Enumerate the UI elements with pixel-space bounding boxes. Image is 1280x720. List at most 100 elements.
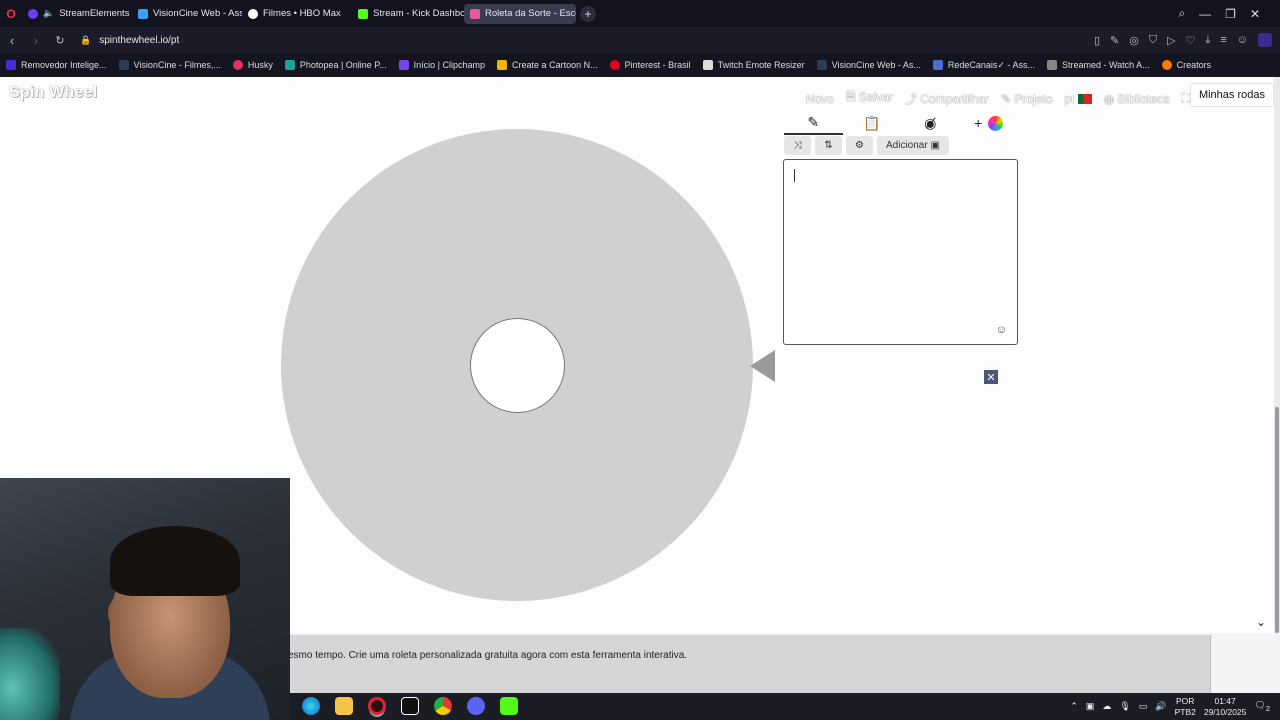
forward-icon[interactable]: › — [24, 33, 48, 48]
network-icon[interactable]: ▭ — [1139, 701, 1148, 712]
opera-menu-icon[interactable]: O — [0, 7, 22, 21]
bookmark-item[interactable]: VisionCine - Filmes,... — [118, 60, 221, 70]
download-icon[interactable]: ⤓ — [1205, 34, 1210, 47]
library-button[interactable]: ◍ Biblioteca — [1104, 92, 1170, 106]
image-icon: ▣ — [930, 140, 940, 151]
search-tabs-icon[interactable]: ⌕ — [1178, 6, 1185, 21]
wheel-center-hub[interactable] — [470, 318, 565, 413]
tab-label: Filmes • HBO Max — [263, 8, 341, 19]
entries-textarea[interactable]: ☺ — [783, 159, 1018, 345]
chrome-icon[interactable] — [434, 697, 452, 715]
bookmark-item[interactable]: Photopea | Online P... — [284, 60, 387, 70]
close-icon[interactable]: ✕ — [984, 370, 998, 384]
bookmark-item[interactable]: Início | Clipchamp — [398, 60, 486, 70]
reload-icon[interactable]: ↻ — [48, 34, 72, 47]
language-selector[interactable]: pt — [1064, 92, 1092, 106]
novo-button[interactable]: Novo — [806, 92, 834, 106]
tab-clipboard[interactable]: 📋 — [843, 111, 902, 135]
text-caret — [794, 169, 795, 182]
opera-gx-icon[interactable] — [368, 697, 386, 715]
shield-icon[interactable]: ⛉ — [1149, 34, 1157, 47]
tab-visioncine[interactable]: VisionCine Web - Assistir — [132, 4, 242, 24]
fullscreen-icon[interactable]: ⛶ — [1182, 91, 1190, 106]
pencil-icon: ✎ — [1000, 91, 1011, 106]
reader-icon[interactable]: ▯ — [1094, 34, 1100, 47]
my-wheels-button[interactable]: Minhas rodas — [1189, 83, 1274, 107]
extension-icon[interactable] — [1258, 33, 1272, 47]
bookmark-item[interactable]: Twitch Emote Resizer — [702, 60, 805, 70]
clock-time: 01:47 — [1214, 695, 1236, 706]
person-hair — [110, 526, 240, 596]
camera-icon[interactable]: ◎ — [1129, 34, 1139, 47]
clipboard-icon: 📋 — [863, 114, 881, 131]
notification-icon[interactable]: 🗨2 — [1254, 700, 1270, 713]
tab-label: StreamElements - Son — [59, 8, 132, 19]
project-button[interactable]: ✎ Projeto — [1001, 92, 1052, 106]
tab-edit[interactable]: ✎ — [784, 111, 843, 135]
emoji-icon[interactable]: ☺ — [996, 324, 1007, 336]
tray-app-icon[interactable]: ▣ — [1086, 701, 1095, 712]
bookmark-item[interactable]: RedeCanais✓ - Ass... — [932, 60, 1035, 71]
save-icon: 🗎 — [845, 90, 856, 104]
tab-add-color[interactable]: + — [960, 111, 1019, 135]
tab-roleta[interactable]: Roleta da Sorte - Escolha — [464, 3, 576, 24]
discord-icon[interactable] — [467, 697, 485, 715]
site-logo[interactable]: Spin Wheel — [9, 84, 97, 102]
capcut-icon[interactable] — [401, 697, 419, 715]
bookmark-item[interactable]: Husky — [232, 60, 273, 70]
background-light — [0, 628, 60, 720]
chevron-down-icon[interactable]: ⌄ — [1256, 615, 1266, 629]
scrollbar-thumb[interactable] — [1275, 407, 1279, 633]
speaker-icon[interactable]: 🔈 — [43, 8, 54, 19]
bookmark-item[interactable]: Create a Cartoon N... — [497, 60, 598, 70]
close-window-icon[interactable]: ✕ — [1250, 7, 1260, 21]
new-tab-button[interactable]: + — [580, 5, 596, 22]
clock[interactable]: 01:47 29/10/2025 — [1204, 696, 1247, 718]
url-text: spinthewheel.io/pt — [99, 34, 180, 46]
bookmark-favicon — [702, 60, 713, 70]
restore-icon[interactable]: ❐ — [1225, 7, 1236, 21]
save-label: Salvar — [858, 90, 893, 104]
save-button[interactable]: 🗎 Salvar — [846, 88, 893, 109]
heart-icon[interactable]: ♡ — [1186, 34, 1196, 47]
microphone-icon[interactable]: 🎙 — [1119, 701, 1130, 712]
page-scrollbar[interactable] — [1274, 77, 1280, 633]
cloud-icon[interactable]: ☁ — [1102, 701, 1111, 712]
edge-icon[interactable] — [302, 697, 320, 715]
add-image-button[interactable]: Adicionar ▣ — [877, 136, 949, 155]
tab-label: VisionCine Web - Assistir — [153, 8, 242, 19]
tab-hidden[interactable]: ◉̸ — [901, 111, 960, 135]
volume-icon[interactable]: 🔊 — [1155, 701, 1166, 712]
settings-button[interactable]: ⚙ — [846, 136, 873, 155]
share-button[interactable]: ⤴ Compartilhar — [905, 90, 989, 107]
bookmark-item[interactable]: Creators — [1161, 60, 1211, 70]
bookmark-item[interactable]: VisionCine Web - As... — [816, 60, 921, 70]
portugal-flag-icon — [1077, 94, 1092, 105]
chevron-up-icon[interactable]: ⌃ — [1070, 701, 1078, 712]
bookmark-favicon — [816, 60, 827, 70]
bookmark-item[interactable]: Streamed - Watch A... — [1046, 60, 1150, 70]
entries-panel-tabs: ✎ 📋 ◉̸ + — [784, 111, 1018, 135]
bookmark-favicon — [118, 60, 129, 70]
shuffle-button[interactable]: ⤨ — [784, 136, 811, 155]
url-field[interactable]: 🔒 spinthewheel.io/pt — [80, 35, 179, 46]
lang-top: POR — [1176, 695, 1195, 706]
play-icon[interactable]: ▷ — [1167, 34, 1175, 47]
back-icon[interactable]: ‹ — [0, 33, 24, 48]
bookmark-item[interactable]: Pinterest - Brasil — [609, 60, 691, 70]
language-indicator[interactable]: POR PTB2 — [1175, 696, 1196, 718]
bookmark-item[interactable]: Removedor Intelige... — [6, 60, 107, 70]
minimize-icon[interactable]: — — [1199, 7, 1211, 21]
browser-tab-bar: O 🔈 StreamElements - Son VisionCine Web … — [0, 0, 1280, 27]
gear-icon: ⚙ — [855, 140, 864, 151]
kick-app-icon[interactable] — [500, 697, 518, 715]
file-explorer-icon[interactable] — [335, 697, 353, 715]
edit-icon[interactable]: ✎ — [1110, 34, 1119, 47]
sort-button[interactable]: ⇅ — [815, 136, 842, 155]
menu-icon[interactable]: ≡ — [1220, 34, 1226, 46]
profile-icon[interactable]: ☺ — [1237, 34, 1248, 46]
tab-hbo-max[interactable]: Filmes • HBO Max — [242, 4, 352, 24]
tab-streamelements[interactable]: 🔈 StreamElements - Son — [22, 4, 132, 24]
tab-kick[interactable]: Stream - Kick Dashboard — [352, 4, 464, 24]
bookmark-label: Início | Clipchamp — [413, 60, 486, 70]
